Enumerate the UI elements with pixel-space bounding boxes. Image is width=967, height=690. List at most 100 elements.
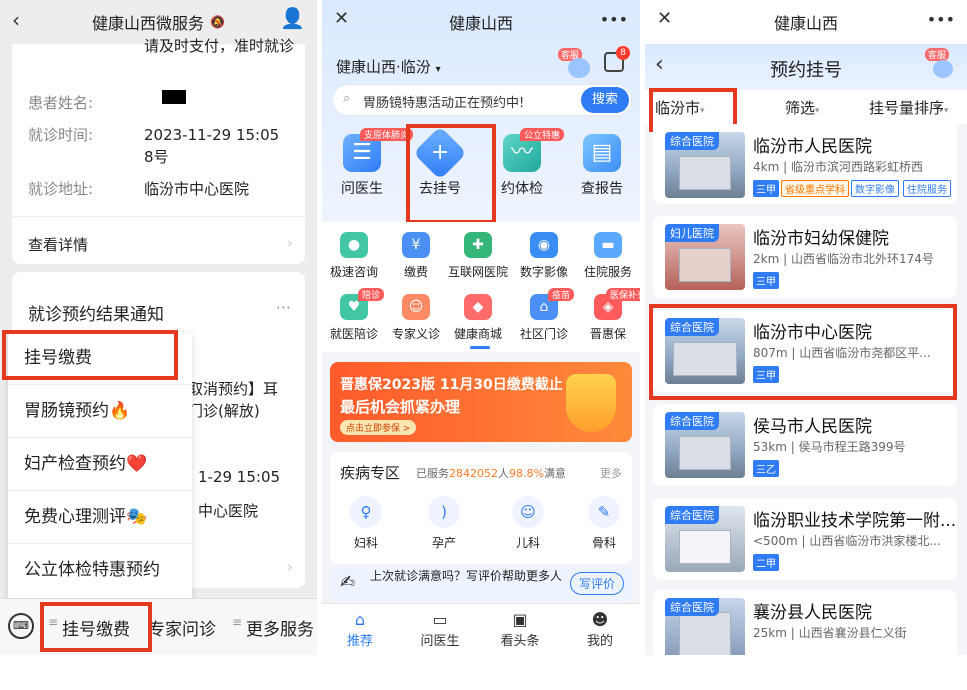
hospital-photo: 综合医院 <box>665 598 745 655</box>
banner-cta[interactable]: 点击立即参保 > <box>340 420 417 435</box>
mute-icon: 🔕 <box>210 15 225 29</box>
hospital-distance: 807m | 山西省临汾市尧都区平... <box>753 346 931 360</box>
write-review-button[interactable]: 写评价 <box>569 572 624 595</box>
bottom-tabbar: ⌂ 推荐 ▭ 问医生 ▣ 看头条 ☻ 我的 <box>322 603 640 655</box>
location-label: 健康山西·临汾 <box>336 58 431 76</box>
hospital-tag: 住院服务 <box>903 180 951 197</box>
tab-ask-doctor[interactable]: ▭ 问医生 <box>410 610 470 649</box>
more-dots-icon[interactable]: ••• <box>600 10 628 29</box>
grid-item-community-clinic[interactable]: ⌂ 疫苗 社区门诊 <box>512 288 576 342</box>
shopping-bag-icon: ◆ <box>464 294 492 320</box>
search-input[interactable]: 胃肠镜特惠活动正在预约中! <box>363 92 524 111</box>
hospital-card[interactable]: 综合医院 襄汾县人民医院 25km | 山西省襄汾县仁义街 <box>653 590 957 655</box>
check-report-button[interactable]: ▤ 查报告 <box>566 134 638 198</box>
menu-item-checkup[interactable]: 公立体检特惠预约 <box>8 544 192 597</box>
register-app-title: 健康山西 <box>773 14 838 33</box>
chat-icon: ● <box>340 232 368 258</box>
book-checkup-label: 约体检 <box>501 181 543 197</box>
grid-item-health-mall[interactable]: ◆ 健康商城 <box>446 294 510 342</box>
hospital-card[interactable]: 综合医院 临汾职业技术学院第一附... <500m | 山西省临汾市洪家楼北..… <box>653 498 957 580</box>
popup-menu: 挂号缴费 胃肠镜预约🔥 妇产检查预约❤️ 免费心理测评🎭 公立体检特惠预约 <box>8 332 192 602</box>
ask-doctor-button[interactable]: ☰ 支原体肺炎 问医生 <box>326 128 414 198</box>
menu-item-register-pay[interactable]: 挂号缴费 <box>8 332 192 385</box>
message-count: 8 <box>616 46 630 60</box>
keyboard-icon[interactable]: ⌨ <box>8 613 34 639</box>
menu-item-psych-test[interactable]: 免费心理测评🎭 <box>8 491 192 544</box>
bottom-menu-expert[interactable]: 专家问诊 <box>148 615 216 640</box>
hospital-card-selected[interactable]: 综合医院 临汾市中心医院 807m | 山西省临汾市尧都区平... 三甲 <box>653 310 957 392</box>
imaging-icon: ◉ <box>530 232 558 258</box>
notice-title: 就诊预约结果通知 <box>28 305 164 325</box>
hospital-name: 临汾市人民医院 <box>753 137 872 157</box>
mini-tag: 公立特惠 <box>520 128 565 141</box>
sort-filter[interactable]: 挂号量排序▾ <box>869 97 949 118</box>
service-avatar[interactable]: 客服 <box>558 48 594 78</box>
close-icon[interactable]: ✕ <box>334 8 349 29</box>
disease-pregnancy[interactable]: ) 孕产 <box>414 496 474 551</box>
view-details-link[interactable]: 查看详情 <box>28 234 88 255</box>
promo-banner[interactable]: 晋惠保2023版 11月30日缴费截止 最后机会抓紧办理 点击立即参保 > <box>330 362 632 442</box>
disease-pediatrics[interactable]: ☺ 儿科 <box>498 496 558 551</box>
disease-more[interactable]: 更多 <box>600 465 622 481</box>
check-report-label: 查报告 <box>581 181 623 197</box>
hospital-name: 临汾职业技术学院第一附... <box>753 511 957 531</box>
tab-recommend[interactable]: ⌂ 推荐 <box>330 610 390 649</box>
notice-text-2: 门诊(解放) <box>188 402 260 420</box>
disease-orthopedics[interactable]: ✎ 骨科 <box>574 496 634 551</box>
news-icon: ▣ <box>512 610 528 629</box>
grid-item-internet-hospital[interactable]: ✚ 互联网医院 <box>446 232 510 280</box>
page-indicator <box>470 346 490 349</box>
profile-icon[interactable]: 👤 <box>280 6 305 30</box>
hospital-photo: 妇儿医院 <box>665 224 745 290</box>
hospital-card[interactable]: 综合医院 侯马市人民医院 53km | 侯马市程王路399号 三乙 <box>653 404 957 486</box>
home-title: 健康山西 <box>448 14 513 33</box>
pen-icon: ✍ <box>340 572 356 593</box>
banner-line1: 晋惠保2023版 11月30日缴费截止 <box>340 377 563 393</box>
search-bar[interactable]: ⌕ 胃肠镜特惠活动正在预约中! 搜索 <box>332 84 632 116</box>
hospital-card[interactable]: 综合医院 临汾市人民医院 4km | 临汾市滨河西路彩虹桥西 三甲 省级重点学科… <box>653 124 957 204</box>
message-icon[interactable]: 8 <box>604 46 630 72</box>
chevron-right-icon: › <box>287 558 293 576</box>
go-register-button[interactable]: + 去挂号 <box>404 126 476 198</box>
grid-item-expert-clinic[interactable]: ☺ 专家义诊 <box>384 294 448 342</box>
close-icon[interactable]: ✕ <box>657 8 672 29</box>
grid-item-digital-imaging[interactable]: ◉ 数字影像 <box>512 232 576 280</box>
menu-item-gastroscopy[interactable]: 胃肠镜预约🔥 <box>8 385 192 438</box>
service-avatar[interactable]: 客服 <box>925 48 957 80</box>
feedback-bar[interactable]: ✍ 上次就诊满意吗？写评价帮助更多人 写评价 <box>330 566 632 602</box>
disease-gynecology[interactable]: ♀ 妇科 <box>336 496 396 551</box>
bottom-menu-register-pay[interactable]: 挂号缴费 <box>62 615 130 640</box>
city-filter[interactable]: 临汾市▾ <box>655 97 705 118</box>
plus-icon: + <box>413 126 467 180</box>
hospital-photo: 综合医院 <box>665 132 745 198</box>
bone-icon: ✎ <box>588 496 620 528</box>
grid-item-pay[interactable]: ¥ 缴费 <box>384 232 448 280</box>
hospital-name: 侯马市人民医院 <box>753 417 872 437</box>
search-button[interactable]: 搜索 <box>581 87 629 113</box>
location-selector[interactable]: 健康山西·临汾 ▾ <box>336 56 441 77</box>
back-icon[interactable]: ‹ <box>12 8 20 32</box>
more-dots-icon[interactable]: ••• <box>927 10 955 29</box>
caret-down-icon: ▾ <box>435 64 441 75</box>
more-dots-icon[interactable]: ··· <box>276 298 291 317</box>
grid-item-quick-consult[interactable]: ● 极速咨询 <box>322 232 386 280</box>
report-icon: ▤ <box>583 134 621 172</box>
hospital-tag: 省级重点学科 <box>781 180 849 197</box>
bottom-menu-more[interactable]: 更多服务 <box>246 615 314 640</box>
bed-icon: ▬ <box>594 232 622 258</box>
disease-section: 疾病专区 已服务2842052人98.8%满意 更多 ♀ 妇科 ) 孕产 ☺ 儿科 ✎… <box>330 452 632 564</box>
hospital-name: 临汾市中心医院 <box>753 323 872 343</box>
screen-filter[interactable]: 筛选▾ <box>785 97 820 118</box>
grid-item-inpatient[interactable]: ▬ 住院服务 <box>576 232 640 280</box>
go-register-label: 去挂号 <box>419 181 461 197</box>
hospital-photo: 综合医院 <box>665 506 745 572</box>
baby-icon: ☺ <box>512 496 544 528</box>
menu-item-obstetric[interactable]: 妇产检查预约❤️ <box>8 438 192 491</box>
grid-item-escort[interactable]: ♥ 陪诊 就医陪诊 <box>322 288 386 342</box>
tab-mine[interactable]: ☻ 我的 <box>570 610 630 649</box>
hospital-card[interactable]: 妇儿医院 临汾市妇幼保健院 2km | 山西省临汾市北外环174号 三甲 <box>653 216 957 298</box>
ask-doctor-label: 问医生 <box>341 181 383 197</box>
grid-item-jinhuibao[interactable]: ◈医保补充晋惠保 <box>576 288 640 342</box>
tab-headlines[interactable]: ▣ 看头条 <box>490 610 550 649</box>
book-checkup-button[interactable]: 〰 公立特惠 约体检 <box>486 128 565 198</box>
